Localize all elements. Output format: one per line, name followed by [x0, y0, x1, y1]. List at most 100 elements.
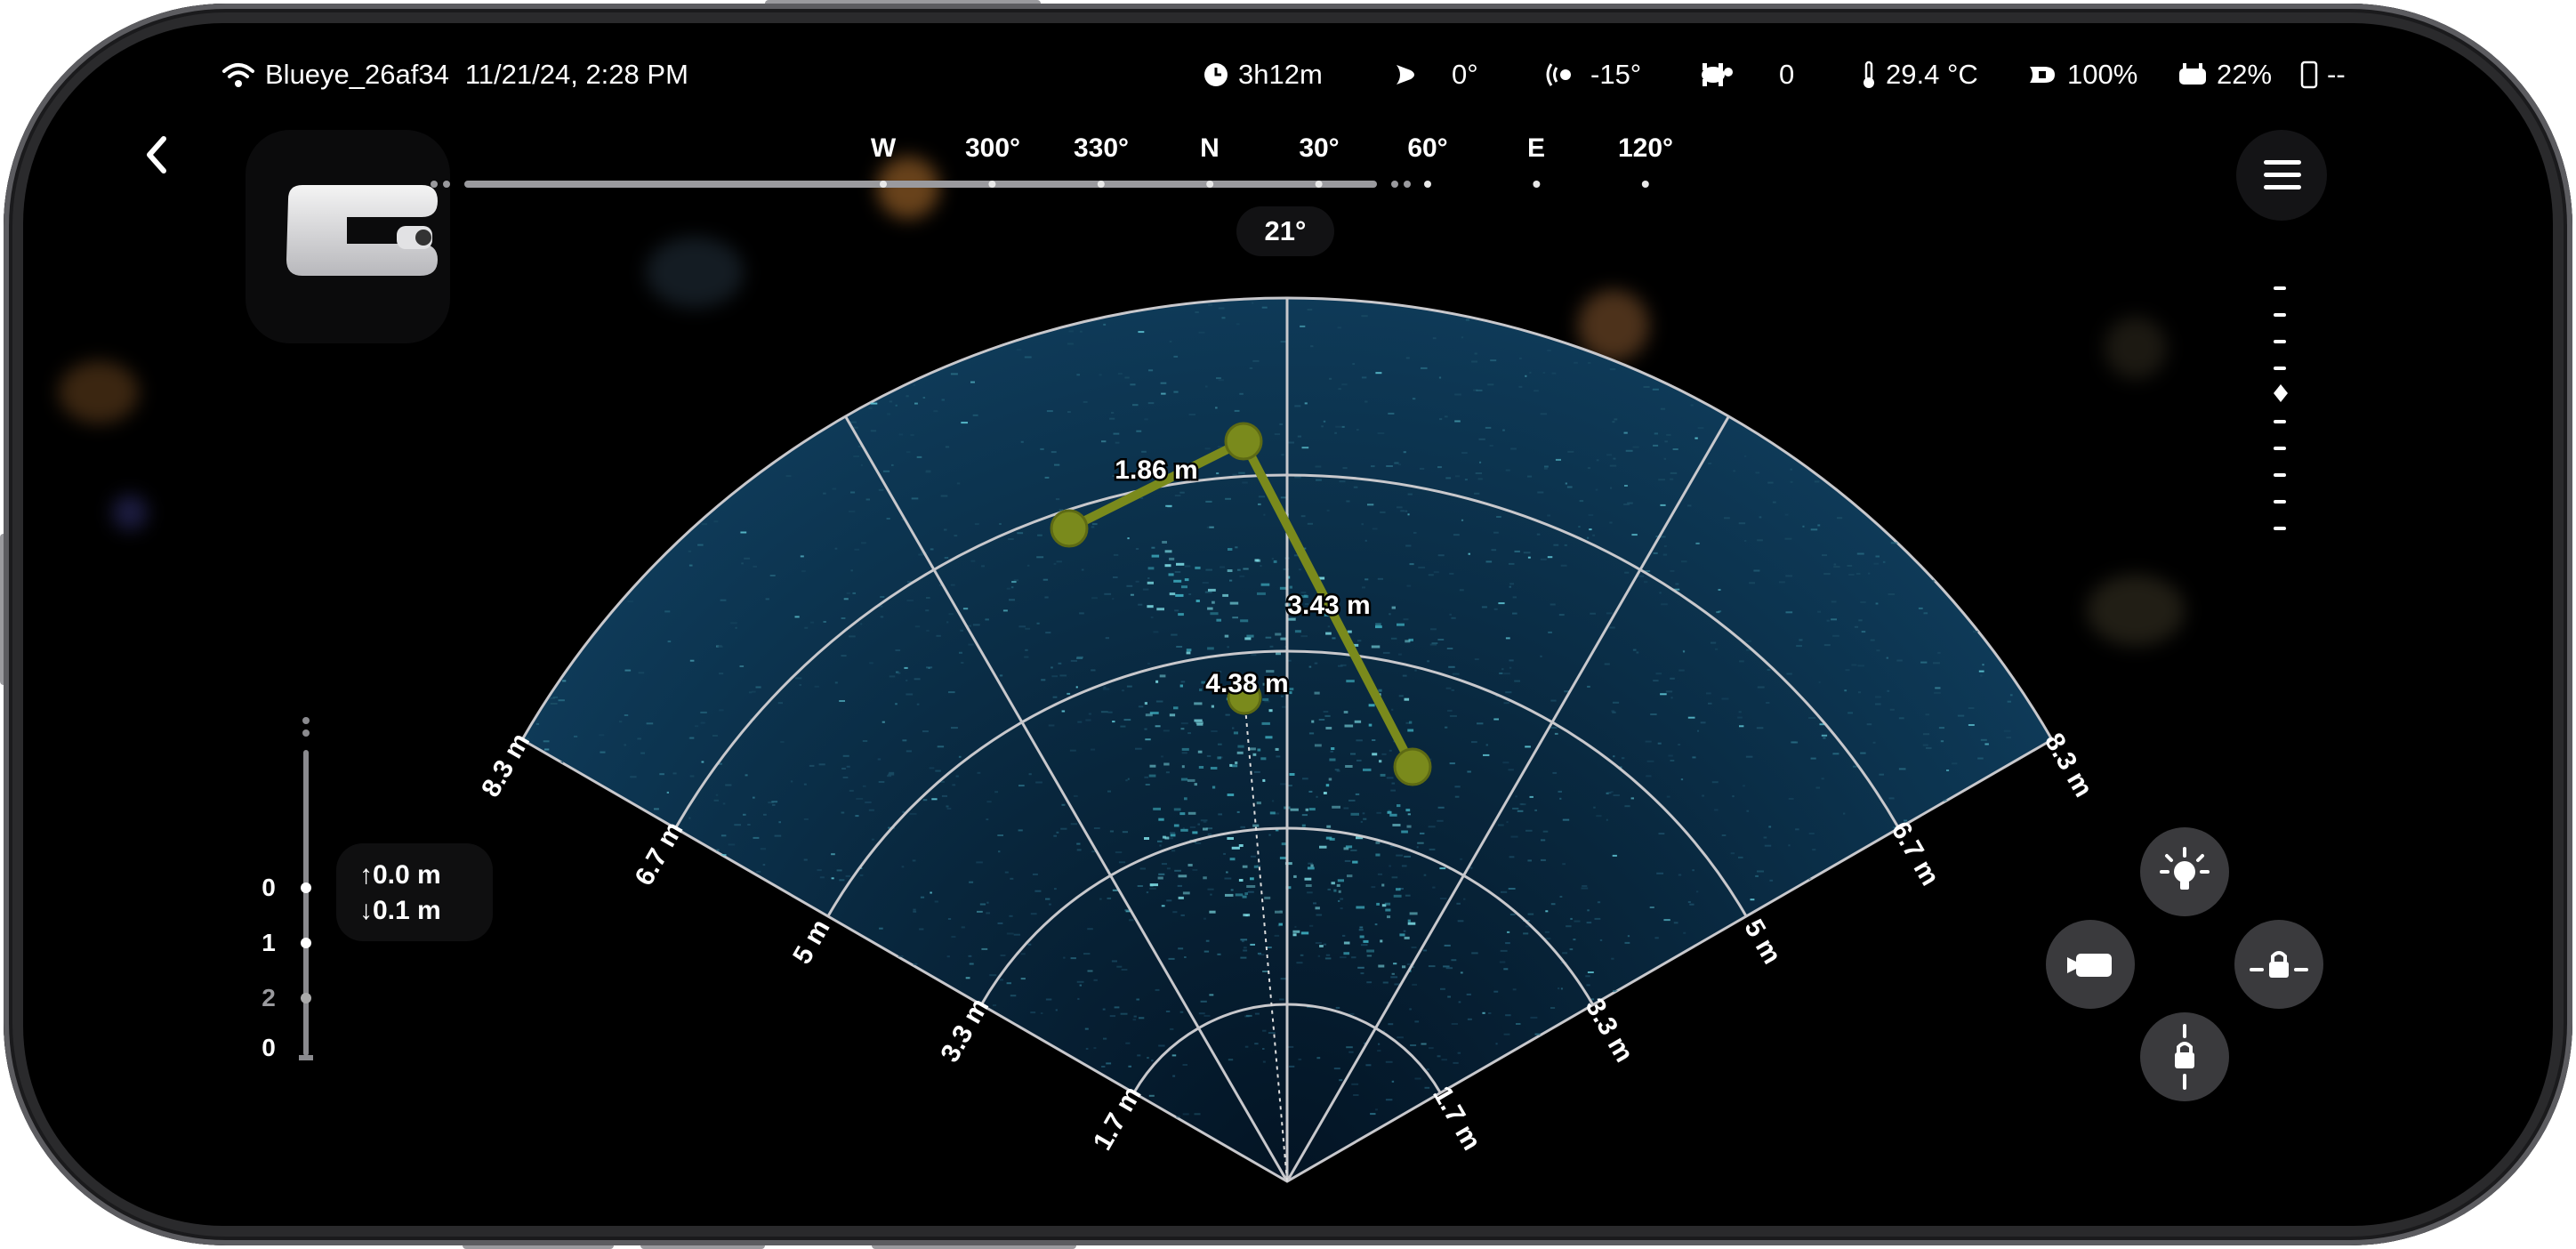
sonar-speckle [1309, 924, 1314, 927]
sonar-speckle [1505, 469, 1510, 471]
sonar-speckle [1938, 727, 1944, 729]
sonar-speckle [1543, 467, 1548, 470]
sonar-speckle [1749, 582, 1755, 584]
sonar-speckle [1032, 873, 1038, 875]
sonar-echo [1228, 548, 1233, 551]
sonar-speckle [1258, 954, 1265, 956]
lock-horizontal-button[interactable] [2234, 920, 2323, 1009]
sonar-speckle [1205, 385, 1208, 388]
sonar-speckle [1174, 609, 1179, 612]
measurement-point[interactable] [1393, 747, 1432, 786]
sonar-speckle [1360, 972, 1364, 975]
sonar-speckle [1138, 705, 1144, 708]
sonar-speckle [1390, 789, 1396, 792]
sonar-speckle [1445, 477, 1452, 479]
sonar-speckle [1314, 662, 1318, 665]
sonar-speckle [1552, 771, 1558, 774]
sonar-speckle [1854, 625, 1859, 628]
sonar-speckle [803, 818, 809, 820]
light-button[interactable] [2140, 827, 2229, 916]
sonar-speckle [1612, 701, 1620, 704]
sonar-speckle [1136, 998, 1139, 1001]
sonar-speckle [911, 497, 919, 500]
sonar-echo [1325, 784, 1330, 787]
sonar-speckle [1412, 398, 1416, 400]
sonar-speckle [1768, 826, 1772, 828]
sonar-speckle [1361, 315, 1368, 318]
sonar-speckle [1485, 744, 1488, 746]
sonar-echo [1178, 613, 1184, 616]
sonar-speckle [1606, 818, 1608, 821]
sonar-echo [1262, 778, 1266, 782]
sonar-echo [1328, 778, 1332, 781]
sonar-speckle [1390, 637, 1397, 640]
sonar-speckle [1205, 500, 1212, 503]
sonar-speckle [970, 560, 976, 562]
measurement-point[interactable] [1224, 422, 1263, 461]
lock-vertical-button[interactable] [2140, 1012, 2229, 1101]
sonar-speckle [1558, 987, 1560, 990]
sonar-speckle [1103, 323, 1107, 326]
sonar-speckle [1711, 781, 1719, 784]
sonar-speckle [740, 531, 747, 534]
sonar-speckle [1204, 447, 1211, 450]
sonar-speckle [1656, 872, 1663, 874]
sonar-speckle [1132, 404, 1139, 407]
sonar-echo [1159, 674, 1166, 678]
sonar-speckle [1106, 1062, 1112, 1065]
sonar-echo [1211, 705, 1214, 708]
sonar-speckle [1227, 646, 1229, 649]
sonar-speckle [870, 430, 877, 432]
sonar-speckle [1721, 834, 1727, 836]
depth-scale-tick [301, 938, 311, 948]
sonar-speckle [1218, 379, 1224, 382]
sonar-speckle [1541, 839, 1546, 842]
sonar-speckle [1614, 418, 1618, 421]
sonar-speckle [1471, 741, 1477, 744]
sonar-speckle [1432, 886, 1436, 889]
sonar-speckle [1388, 1023, 1394, 1026]
sonar-echo [1319, 845, 1327, 849]
sonar-speckle [1158, 873, 1165, 875]
sonar-speckle [713, 799, 719, 802]
sonar-speckle [1421, 1043, 1427, 1045]
sonar-speckle [947, 918, 952, 920]
sonar-speckle [1550, 1007, 1556, 1009]
sonar-echo [1162, 541, 1167, 544]
sonar-speckle [1454, 475, 1461, 478]
sonar-echo [1389, 813, 1397, 817]
sonar-speckle [1230, 889, 1234, 891]
sonar-echo [1387, 915, 1391, 919]
sonar-speckle [870, 402, 878, 405]
sonar-speckle [1337, 326, 1341, 329]
sonar-speckle [1155, 988, 1160, 991]
measurement-point[interactable] [1050, 509, 1089, 548]
sonar-speckle [1887, 689, 1890, 692]
sonar-speckle [701, 761, 704, 763]
sonar-speckle [1784, 537, 1792, 540]
sonar-speckle [1743, 785, 1745, 787]
sonar-speckle [1378, 1043, 1381, 1045]
sonar-speckle [1832, 753, 1839, 755]
sonar-speckle [1744, 455, 1747, 457]
record-button[interactable] [2046, 920, 2135, 1009]
sonar-speckle [1329, 377, 1332, 380]
sonar-speckle [1611, 957, 1614, 960]
sonar-speckle [1542, 372, 1546, 374]
sonar-speckle [1009, 599, 1015, 601]
sonar-speckle [1422, 949, 1428, 952]
sonar-speckle [950, 584, 955, 586]
sonar-speckle [1814, 480, 1820, 483]
sonar-speckle [1663, 457, 1666, 460]
sonar-speckle [998, 850, 1001, 853]
sonar-speckle [1433, 571, 1439, 574]
sonar-speckle [1517, 810, 1524, 812]
sonar-echo [1148, 774, 1156, 778]
sonar-speckle [1755, 874, 1759, 877]
sonar-speckle [1627, 935, 1630, 938]
sonar-speckle [1372, 528, 1378, 530]
sonar-speckle [1764, 844, 1772, 847]
sonar-speckle [1978, 670, 1984, 673]
sonar-speckle [852, 592, 856, 594]
sonar-speckle [1198, 331, 1205, 334]
